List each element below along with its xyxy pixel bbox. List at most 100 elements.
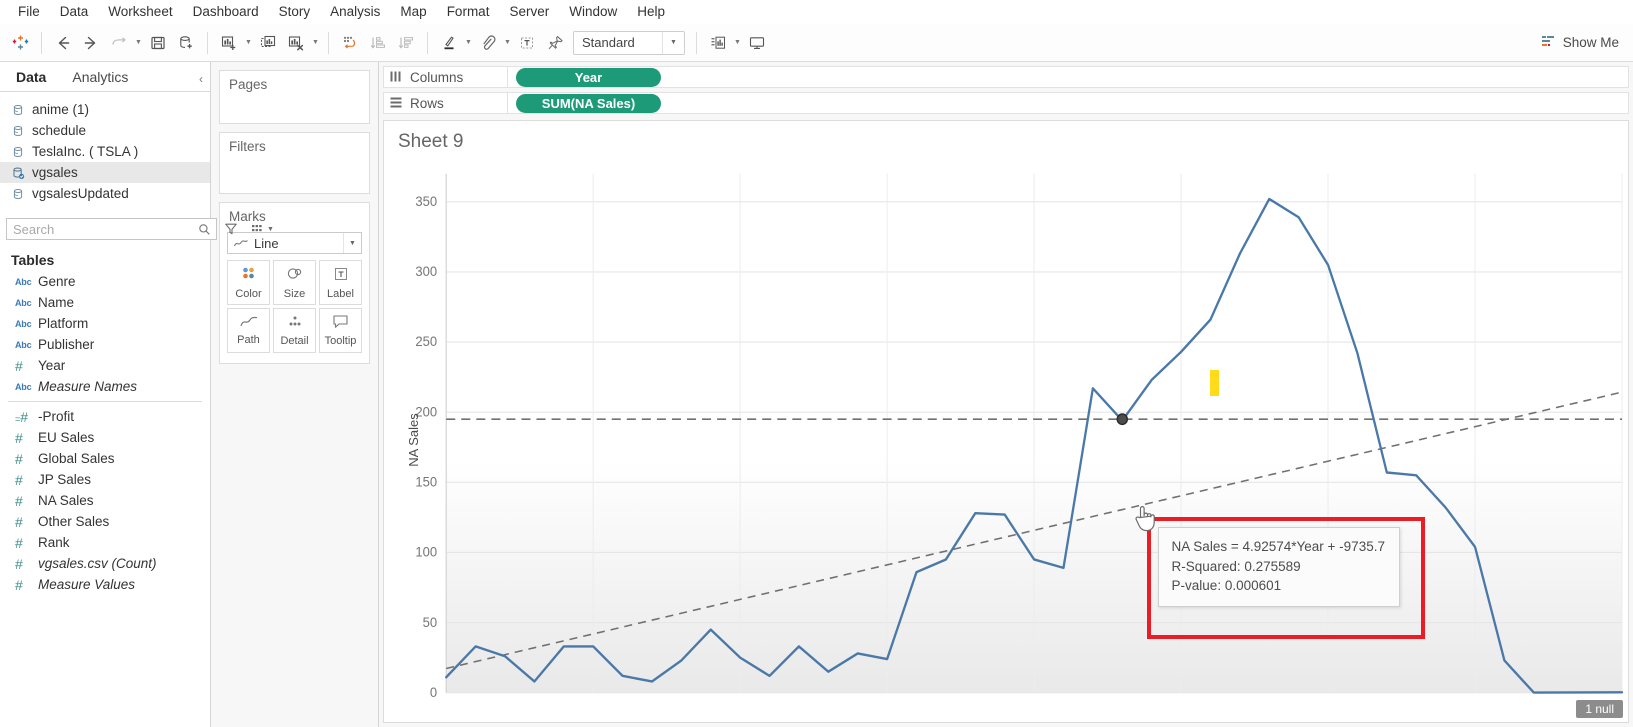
datasource-item-schedule[interactable]: schedule xyxy=(0,120,210,141)
field-label: JP Sales xyxy=(38,472,92,487)
new-data-source-icon[interactable] xyxy=(172,29,200,57)
new-worksheet-dropdown-caret[interactable]: ▼ xyxy=(243,29,254,57)
refresh-dropdown-caret[interactable]: ▼ xyxy=(133,29,144,57)
menu-item-window[interactable]: Window xyxy=(559,2,627,21)
marks-size-button[interactable]: Size xyxy=(273,260,316,305)
pill-sum-na-sales[interactable]: SUM(NA Sales) xyxy=(516,93,661,113)
menu-item-file[interactable]: File xyxy=(8,2,50,21)
show-me-button[interactable]: Show Me xyxy=(1541,34,1619,52)
datasource-label: schedule xyxy=(32,123,87,138)
presentation-icon[interactable] xyxy=(743,29,771,57)
pill-year[interactable]: Year xyxy=(516,67,661,87)
search-box[interactable] xyxy=(6,218,217,240)
sort-desc-icon[interactable] xyxy=(392,29,420,57)
abc-icon: Abc xyxy=(15,318,32,329)
clear-sheet-dropdown-caret[interactable]: ▼ xyxy=(310,29,321,57)
marks-path-button[interactable]: Path xyxy=(227,308,270,353)
marks-tooltip-button[interactable]: Tooltip xyxy=(319,308,362,353)
datasource-item-tesla[interactable]: TeslaInc. ( TSLA ) xyxy=(0,141,210,162)
field-measure-values[interactable]: # Measure Values xyxy=(0,574,210,595)
filters-card[interactable]: Filters xyxy=(219,132,370,194)
tableau-logo-icon[interactable] xyxy=(6,29,34,57)
text-label-icon[interactable] xyxy=(513,29,541,57)
field-na-sales[interactable]: # NA Sales xyxy=(0,490,210,511)
field-profit[interactable]: =# -Profit xyxy=(0,406,210,427)
plot-area: NA Sales 0 50 100 150 200 250 300 350 NA Sales … xyxy=(384,157,1628,722)
chevron-down-icon[interactable]: ▼ xyxy=(662,31,684,54)
dimension-list: Abc Genre Abc Name Abc Platform Abc Publ… xyxy=(0,271,210,397)
save-icon[interactable] xyxy=(144,29,172,57)
worksheet: Sheet 9 NA Sales 0 50 100 150 200 250 300 350 N… xyxy=(383,120,1629,723)
refresh-icon[interactable] xyxy=(105,29,133,57)
toolbar: ▼ ▼ ▼ ▼ ▼ Standard ▼ ▼ Show Me xyxy=(0,24,1633,62)
menu-item-story[interactable]: Story xyxy=(269,2,321,21)
mark-type-select[interactable]: Line ▼ xyxy=(227,232,362,254)
field-platform[interactable]: Abc Platform xyxy=(0,313,210,334)
sort-asc-icon[interactable] xyxy=(364,29,392,57)
datasource-icon xyxy=(11,145,25,159)
field-jp-sales[interactable]: # JP Sales xyxy=(0,469,210,490)
sheet-title[interactable]: Sheet 9 xyxy=(384,121,1628,157)
field-other-sales[interactable]: # Other Sales xyxy=(0,511,210,532)
show-cards-icon[interactable] xyxy=(704,29,732,57)
pages-card[interactable]: Pages xyxy=(219,70,370,124)
menu-item-server[interactable]: Server xyxy=(499,2,559,21)
columns-shelf-drop[interactable]: Year xyxy=(508,66,1629,88)
field-label: NA Sales xyxy=(38,493,94,508)
chevron-left-icon[interactable]: ‹ xyxy=(199,72,203,86)
search-input[interactable] xyxy=(7,219,193,239)
menu-item-worksheet[interactable]: Worksheet xyxy=(98,2,182,21)
marks-label-button[interactable]: Label xyxy=(319,260,362,305)
clear-sheet-icon[interactable] xyxy=(282,29,310,57)
field-publisher[interactable]: Abc Publisher xyxy=(0,334,210,355)
pin-icon[interactable] xyxy=(541,29,569,57)
highlight-dropdown-caret[interactable]: ▼ xyxy=(463,29,474,57)
grid-view-icon[interactable]: ▼ xyxy=(249,224,274,235)
field-global-sales[interactable]: # Global Sales xyxy=(0,448,210,469)
menu-item-dashboard[interactable]: Dashboard xyxy=(183,2,269,21)
paperclip-icon[interactable] xyxy=(474,29,502,57)
tab-data[interactable]: Data xyxy=(6,65,62,91)
null-indicator-badge[interactable]: 1 null xyxy=(1576,700,1623,718)
chevron-down-icon[interactable]: ▼ xyxy=(343,233,361,253)
datasource-item-vgsales[interactable]: vgsales xyxy=(0,162,210,183)
funnel-icon[interactable] xyxy=(221,222,241,236)
datasource-label: anime (1) xyxy=(32,102,90,117)
marks-detail-button[interactable]: Detail xyxy=(273,308,316,353)
menu-item-analysis[interactable]: Analysis xyxy=(320,2,390,21)
toolbar-separator-4 xyxy=(427,31,428,54)
group-dropdown-caret[interactable]: ▼ xyxy=(502,29,513,57)
menu-item-format[interactable]: Format xyxy=(437,2,500,21)
menu-item-map[interactable]: Map xyxy=(390,2,436,21)
swap-icon[interactable] xyxy=(336,29,364,57)
field-measure-names[interactable]: Abc Measure Names xyxy=(0,376,210,397)
line-chart[interactable]: 050100150200250300350 xyxy=(384,157,1628,722)
field-name[interactable]: Abc Name xyxy=(0,292,210,313)
svg-text:150: 150 xyxy=(415,474,437,489)
field-eu-sales[interactable]: # EU Sales xyxy=(0,427,210,448)
field-vgsales-count[interactable]: # vgsales.csv (Count) xyxy=(0,553,210,574)
marks-color-button[interactable]: Color xyxy=(227,260,270,305)
menu-item-data[interactable]: Data xyxy=(50,2,99,21)
show-cards-dropdown-caret[interactable]: ▼ xyxy=(732,29,743,57)
forward-button[interactable] xyxy=(77,29,105,57)
datasource-item-vgsalesupdated[interactable]: vgsalesUpdated xyxy=(0,183,210,204)
shelf-label-text: Rows xyxy=(410,95,444,111)
number-icon: # xyxy=(15,429,23,446)
field-year[interactable]: # Year xyxy=(0,355,210,376)
field-label: Year xyxy=(38,358,66,373)
highlighter-icon[interactable] xyxy=(435,29,463,57)
toolbar-separator-3 xyxy=(328,31,329,54)
rows-shelf-drop[interactable]: SUM(NA Sales) xyxy=(508,92,1629,114)
datasource-item-anime[interactable]: anime (1) xyxy=(0,99,210,120)
fit-select[interactable]: Standard ▼ xyxy=(573,30,685,55)
menu-item-help[interactable]: Help xyxy=(627,2,675,21)
svg-text:350: 350 xyxy=(415,194,437,209)
tab-analytics[interactable]: Analytics xyxy=(62,65,144,91)
duplicate-sheet-icon[interactable] xyxy=(254,29,282,57)
back-button[interactable] xyxy=(49,29,77,57)
field-rank[interactable]: # Rank xyxy=(0,532,210,553)
rows-shelf: Rows SUM(NA Sales) xyxy=(379,92,1633,114)
new-worksheet-icon[interactable] xyxy=(215,29,243,57)
field-genre[interactable]: Abc Genre xyxy=(0,271,210,292)
